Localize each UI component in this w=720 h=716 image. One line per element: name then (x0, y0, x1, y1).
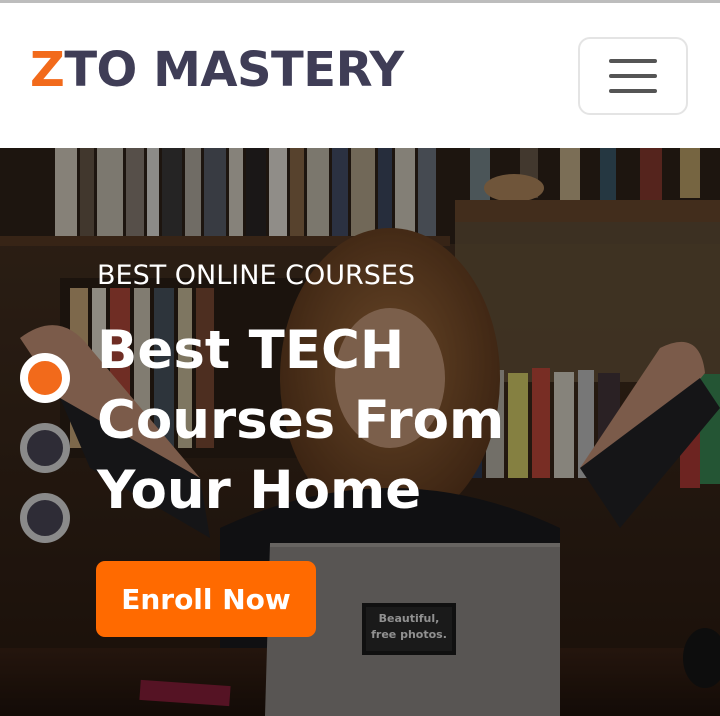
carousel-indicator-3[interactable] (20, 493, 70, 543)
brand-accent-letter: Z (30, 42, 65, 98)
enroll-now-button[interactable]: Enroll Now (96, 561, 316, 637)
menu-toggle-button[interactable] (578, 37, 688, 115)
navbar: ZTO MASTERY (0, 3, 720, 148)
headline-line-3: Your Home (97, 460, 422, 521)
headline-line-2: Courses From (97, 390, 505, 451)
carousel-indicator-1[interactable] (20, 353, 70, 403)
hero-carousel: Beautiful, free photos. BEST ONLINE COUR… (0, 148, 720, 716)
hamburger-icon (609, 59, 657, 93)
hero-eyebrow: BEST ONLINE COURSES (97, 260, 416, 291)
brand-logo[interactable]: ZTO MASTERY (30, 46, 404, 94)
headline-line-1: Best TECH (97, 320, 405, 381)
hero-headline: Best TECH Courses From Your Home (97, 316, 617, 526)
brand-name: TO MASTERY (64, 42, 404, 98)
carousel-indicator-2[interactable] (20, 423, 70, 473)
